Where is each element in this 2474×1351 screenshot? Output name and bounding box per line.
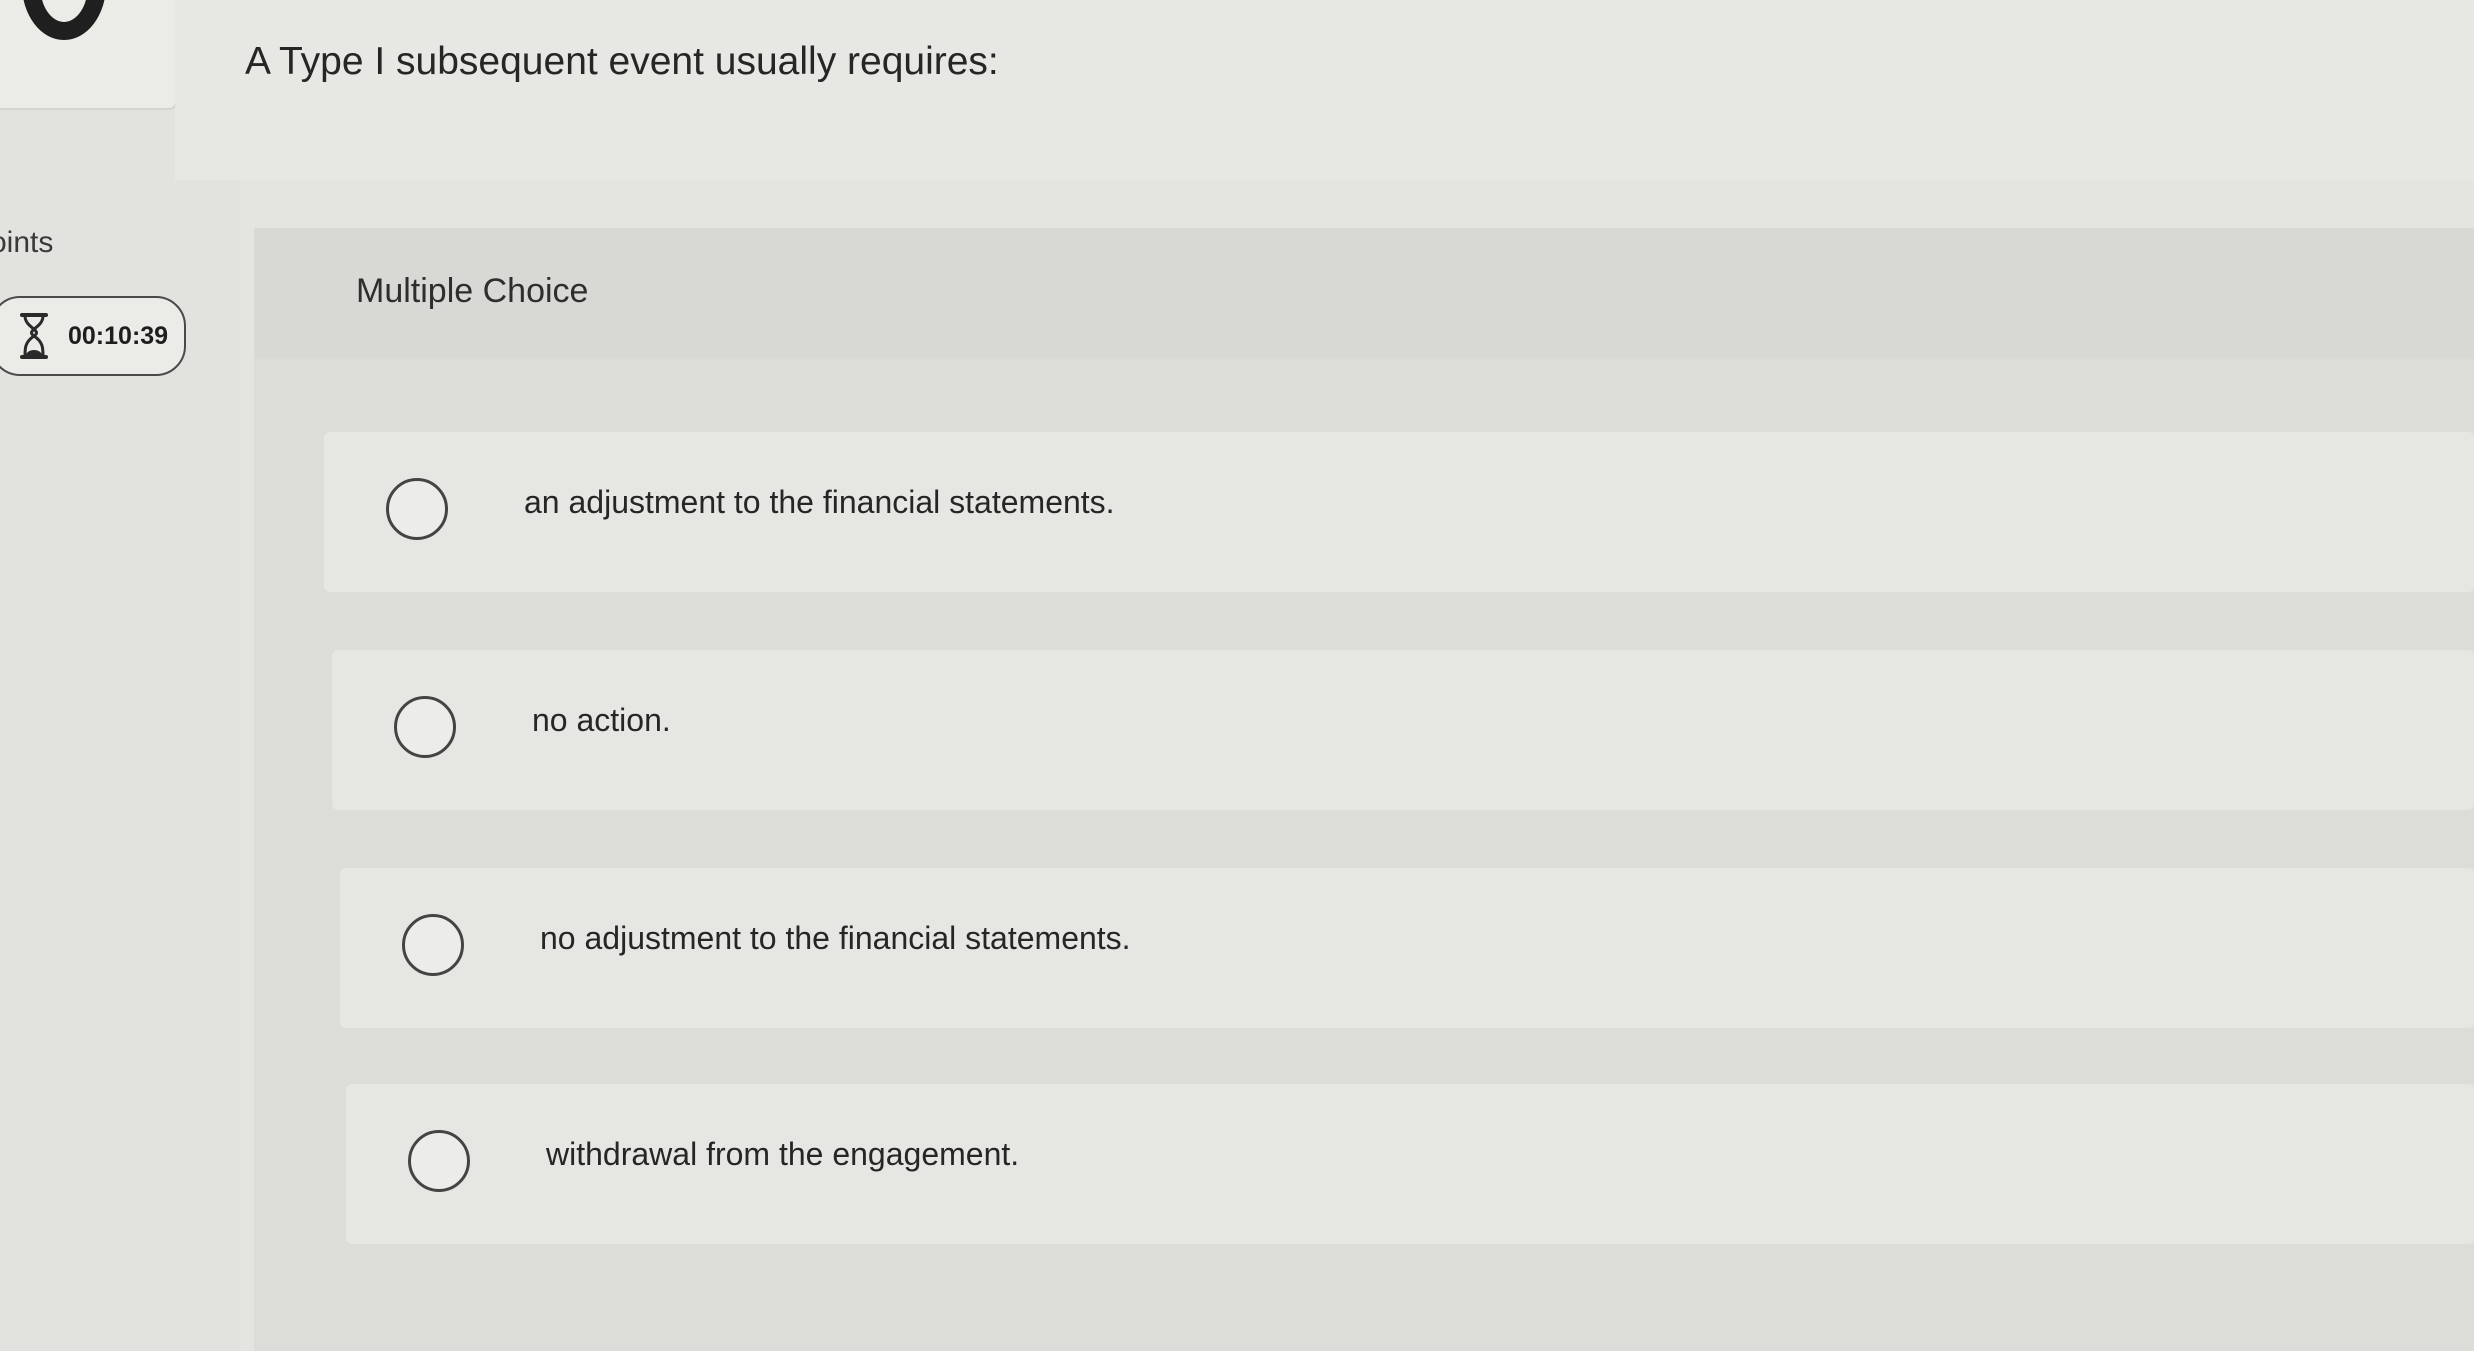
timer-badge[interactable]: 00:10:39	[0, 296, 186, 376]
answer-option[interactable]: no action.	[332, 650, 2474, 810]
radio-unselected-icon[interactable]	[386, 478, 448, 540]
radio-unselected-icon[interactable]	[408, 1130, 470, 1192]
radio-unselected-icon[interactable]	[394, 696, 456, 758]
question-header: A Type I subsequent event usually requir…	[175, 0, 2474, 180]
question-type-band: Multiple Choice	[254, 228, 2474, 358]
radio-unselected-icon[interactable]	[402, 914, 464, 976]
answer-option-label: no action.	[532, 702, 671, 738]
logo	[0, 0, 177, 110]
question-text: A Type I subsequent event usually requir…	[245, 40, 999, 83]
answer-area: Multiple Choice an adjustment to the fin…	[254, 228, 2474, 1351]
timer-value: 00:10:39	[68, 322, 169, 350]
question-type-label: Multiple Choice	[356, 272, 589, 310]
points-label: oints	[0, 226, 54, 259]
answer-option-label: no adjustment to the financial statement…	[540, 920, 1131, 956]
answer-option[interactable]: withdrawal from the engagement.	[346, 1084, 2474, 1244]
hourglass-icon	[20, 313, 48, 359]
answer-option-label: an adjustment to the financial statement…	[524, 484, 1115, 520]
answer-option[interactable]: an adjustment to the financial statement…	[324, 432, 2474, 592]
answer-option[interactable]: no adjustment to the financial statement…	[340, 868, 2474, 1028]
logo-ring-icon	[22, 0, 106, 40]
answer-option-label: withdrawal from the engagement.	[546, 1136, 1020, 1172]
left-panel: oints 00:10:39	[0, 0, 240, 1351]
